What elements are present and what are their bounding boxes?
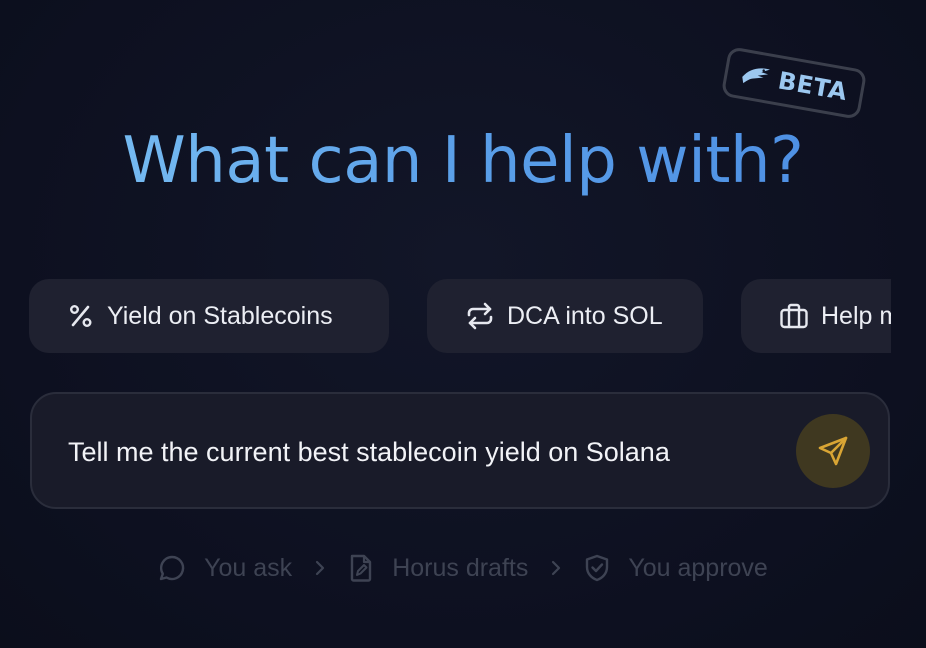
step-you-approve: You approve bbox=[584, 553, 768, 583]
chevron-right-icon bbox=[314, 559, 326, 577]
suggestion-chip-yield[interactable]: Yield on Stablecoins bbox=[29, 279, 389, 353]
step-horus-drafts: Horus drafts bbox=[348, 553, 528, 583]
horus-bird-icon bbox=[742, 68, 771, 84]
chat-bubble-icon bbox=[159, 555, 185, 581]
suggestion-chip-help[interactable]: Help m bbox=[741, 279, 891, 353]
suggestion-label: Help m bbox=[821, 301, 891, 330]
repeat-arrows-icon bbox=[467, 302, 493, 330]
shield-check-icon bbox=[586, 554, 609, 582]
suggestion-label: Yield on Stablecoins bbox=[107, 301, 333, 330]
beta-badge: BETA bbox=[720, 46, 868, 120]
percent-icon bbox=[69, 304, 92, 328]
step-you-ask: You ask bbox=[158, 554, 292, 583]
chat-composer bbox=[30, 392, 890, 509]
send-icon bbox=[818, 436, 848, 466]
page: BETA What can I help with? Yield on Stab… bbox=[0, 0, 926, 648]
chat-input[interactable] bbox=[68, 432, 768, 472]
chevron-right-icon bbox=[550, 559, 562, 577]
step-label: Horus drafts bbox=[392, 553, 529, 582]
step-label: You ask bbox=[204, 553, 293, 582]
suggestion-chip-dca[interactable]: DCA into SOL bbox=[427, 279, 703, 353]
briefcase-icon bbox=[780, 303, 808, 329]
workflow-steps: You ask Horus drafts You approve bbox=[0, 548, 926, 588]
step-label: You approve bbox=[628, 553, 768, 582]
suggestion-chips: Yield on Stablecoins DCA into SOL Help m bbox=[29, 279, 891, 353]
draft-document-icon bbox=[350, 554, 372, 582]
suggestion-label: DCA into SOL bbox=[507, 301, 663, 330]
send-button[interactable] bbox=[796, 414, 870, 488]
beta-label: BETA bbox=[775, 66, 850, 107]
page-title: What can I help with? bbox=[0, 116, 926, 206]
